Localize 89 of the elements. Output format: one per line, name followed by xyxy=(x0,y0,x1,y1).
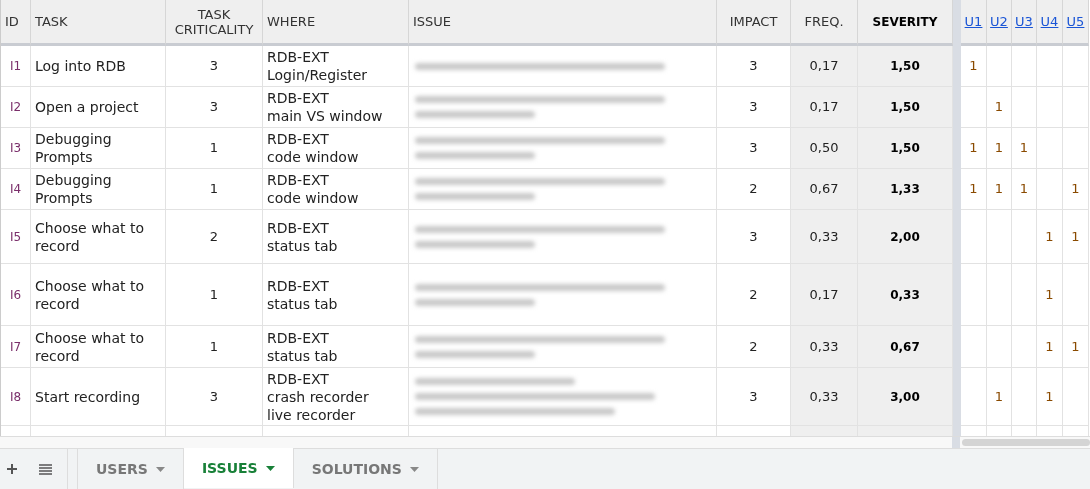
row-id: I7 xyxy=(9,338,22,356)
location-cell: RDB-EXT status tab xyxy=(267,218,338,255)
horizontal-scrollbar[interactable] xyxy=(962,439,1090,446)
criticality-cell-text: 2 xyxy=(209,227,219,246)
column-header: TASK xyxy=(35,12,68,31)
column-header: IMPACT xyxy=(729,14,778,29)
task-cell-text: Debugging Prompts xyxy=(35,171,113,207)
frequency-cell-text: 0,17 xyxy=(809,285,839,304)
row-id: I6 xyxy=(9,286,22,304)
column-header: TASK CRITICALITY xyxy=(173,6,255,37)
criticality-cell-text: 1 xyxy=(209,180,219,199)
frequency-cell-text: 0,17 xyxy=(809,98,839,117)
user-mark-cell-text: 1 xyxy=(1045,387,1054,406)
row-id: I1 xyxy=(9,58,22,75)
user-mark-cell-text: 1 xyxy=(1045,227,1054,246)
row-id: I5 xyxy=(9,228,22,246)
user-mark-cell-text: 1 xyxy=(1071,337,1080,356)
row-id: I2 xyxy=(9,99,22,116)
frequency-cell-text: 0,33 xyxy=(809,337,839,356)
impact-cell-text: 3 xyxy=(749,139,758,158)
column-header: ID xyxy=(5,12,19,31)
frequency-cell-text: 0,33 xyxy=(809,387,839,406)
severity-cell-text: 3,00 xyxy=(890,388,920,406)
criticality-cell-text: 3 xyxy=(209,57,219,76)
user-mark-cell-text: 1 xyxy=(994,98,1004,117)
severity-cell-text: 1,50 xyxy=(890,99,920,116)
task-cell: Open a project xyxy=(35,98,139,116)
task-cell: Log into RDB xyxy=(35,57,126,75)
location-cell: RDB-EXT main VS window xyxy=(267,89,383,125)
caret-icon xyxy=(409,466,419,472)
location-cell: RDB-EXT code window xyxy=(267,171,359,207)
user-mark-cell-text: 1 xyxy=(1019,139,1029,158)
criticality-cell-text: 1 xyxy=(209,337,219,356)
plus-icon xyxy=(6,463,18,475)
impact-cell-text: 3 xyxy=(749,98,758,117)
user-mark-cell-text: 1 xyxy=(1071,227,1080,246)
caret-icon xyxy=(265,465,275,471)
severity-cell-text: 2,00 xyxy=(890,228,920,246)
column-header: ISSUE xyxy=(413,12,452,31)
task-cell-text: Choose what to record xyxy=(35,276,146,313)
task-cell-text: Choose what to record xyxy=(35,328,146,365)
row-id: I8 xyxy=(9,388,22,406)
impact-cell-text: 2 xyxy=(749,180,758,199)
user-mark-cell-text: 1 xyxy=(1019,180,1029,199)
location-cell: RDB-EXT status tab xyxy=(267,276,338,313)
user-mark-cell-text: 1 xyxy=(1045,337,1054,356)
sheet-tab[interactable]: USERS xyxy=(78,449,184,489)
task-cell-text: Debugging Prompts xyxy=(35,130,113,166)
severity-cell-text: 1,50 xyxy=(890,140,920,157)
frequency-cell-text: 0,67 xyxy=(809,180,839,199)
criticality-cell-text: 3 xyxy=(209,98,219,117)
user-mark-cell-text: 1 xyxy=(994,387,1004,406)
user-mark-cell-text: 1 xyxy=(969,139,978,158)
row-id: I4 xyxy=(9,181,22,198)
impact-cell-text: 2 xyxy=(749,337,758,356)
column-header: WHERE xyxy=(267,12,316,31)
task-cell-text: Choose what to record xyxy=(35,218,146,255)
column-header: SEVERITY xyxy=(872,13,938,31)
impact-cell-text: 3 xyxy=(749,387,758,406)
user-mark-cell-text: 1 xyxy=(1045,285,1054,304)
user-mark-cell-text: 1 xyxy=(969,57,978,76)
location-cell: RDB-EXT code window xyxy=(267,130,359,166)
frequency-cell-text: 0,50 xyxy=(809,139,839,158)
location-cell: RDB-EXT Login/Register xyxy=(267,48,368,84)
menu-icon xyxy=(39,463,52,475)
location-cell: RDB-EXT status tab xyxy=(267,328,338,365)
severity-cell-text: 1,33 xyxy=(890,181,920,198)
user-mark-cell-text: 1 xyxy=(1071,180,1080,199)
caret-icon xyxy=(155,466,165,472)
frequency-cell-text: 0,33 xyxy=(809,227,839,246)
row-id: I3 xyxy=(9,140,22,157)
severity-cell-text: 1,50 xyxy=(890,58,920,75)
user-mark-cell-text: 1 xyxy=(969,180,978,199)
user-mark-cell-text: 1 xyxy=(994,180,1004,199)
location-cell: RDB-EXT crash recorder live recorder xyxy=(267,369,369,424)
impact-cell-text: 2 xyxy=(749,285,758,304)
sheet-tab[interactable]: ISSUES xyxy=(183,448,294,488)
impact-cell-text: 3 xyxy=(749,227,758,246)
sheet-tab[interactable]: SOLUTIONS xyxy=(293,449,438,489)
criticality-cell-text: 3 xyxy=(209,387,219,406)
severity-cell-text: 0,67 xyxy=(890,338,920,356)
criticality-cell-text: 1 xyxy=(209,285,219,304)
user-mark-cell-text: 1 xyxy=(994,139,1004,158)
criticality-cell-text: 1 xyxy=(209,139,219,158)
impact-cell-text: 3 xyxy=(749,57,758,76)
frequency-cell-text: 0,17 xyxy=(809,57,839,76)
task-cell: Start recording xyxy=(35,387,141,406)
severity-cell-text: 0,33 xyxy=(890,286,920,304)
column-header: FREQ. xyxy=(804,14,844,29)
